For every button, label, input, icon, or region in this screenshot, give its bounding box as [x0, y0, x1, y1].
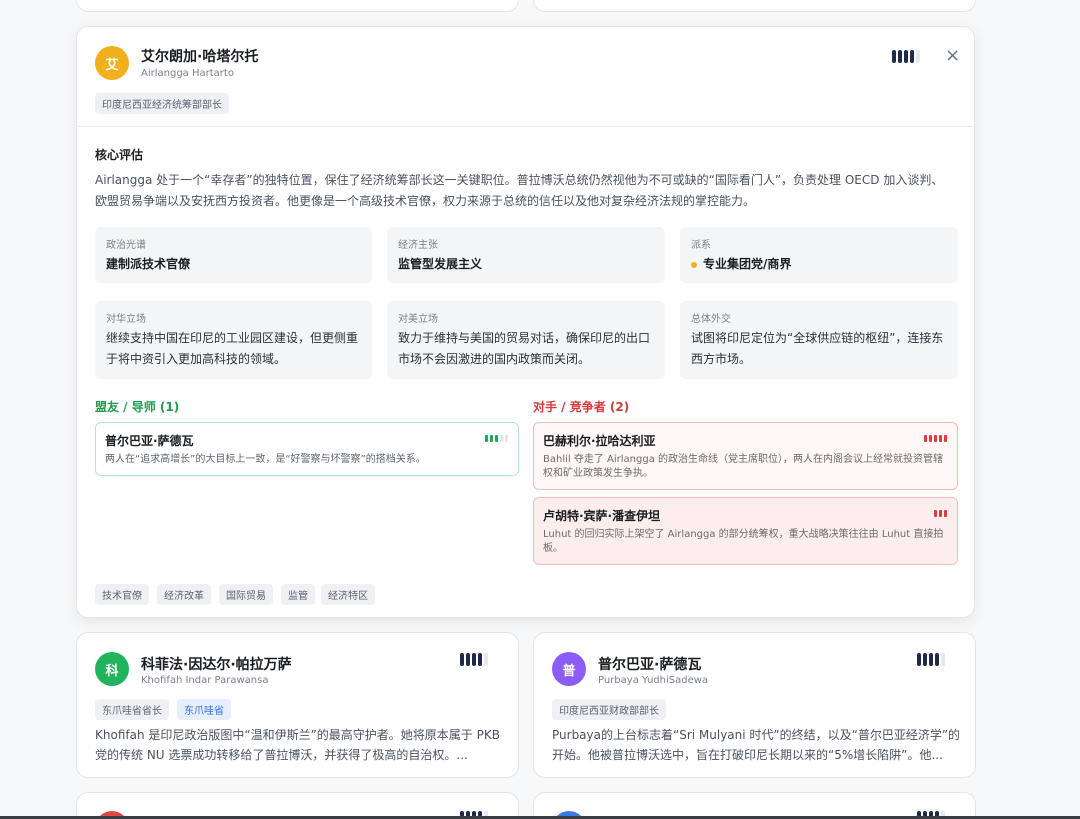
rival-item[interactable]: 卢胡特·宾萨·潘查伊坦 Luhut 的回归实际上架空了 Airlangga 的部…	[533, 497, 958, 565]
close-icon[interactable]: ×	[945, 45, 960, 66]
card-below-left[interactable]	[76, 792, 519, 819]
tag-chip: 经济改革	[157, 584, 211, 605]
faction-dot-icon	[691, 261, 697, 268]
avatar: 艾	[95, 46, 129, 80]
info-cell-spectrum: 政治光谱 建制派技术官僚	[95, 227, 372, 283]
rival-strength-meter	[934, 510, 947, 517]
profile-name-en: Purbaya YudhiSadewa	[598, 675, 709, 686]
ally-strength-meter	[485, 435, 508, 442]
region-badge: 东爪哇省	[177, 699, 231, 720]
tag-chip: 国际贸易	[219, 584, 273, 605]
profile-summary: Khofifah 是印尼政治版图中“温和伊斯兰”的最高守护者。她将原本属于 PK…	[95, 728, 500, 762]
info-cell-faction: 派系 专业集团党/商界	[680, 227, 958, 283]
profile-name: 普尔巴亚·萨德瓦	[598, 657, 702, 673]
influence-meter	[917, 653, 945, 666]
info-cell-china: 对华立场 继续支持中国在印尼的工业园区建设，但更侧重于将中资引入更加高科技的领域…	[95, 301, 372, 379]
rival-strength-meter	[924, 435, 947, 442]
profile-card[interactable]: 科 科菲法·因达尔·帕拉万萨 Khofifah Indar Parawansa …	[76, 632, 519, 778]
expanded-profile-card: 艾 艾尔朗加·哈塔尔托 Airlangga Hartarto 印度尼西亚经济统筹…	[76, 26, 975, 618]
header-divider	[77, 126, 974, 127]
role-badge: 东爪哇省省长	[95, 699, 169, 720]
info-cell-economy: 经济主张 监管型发展主义	[387, 227, 665, 283]
profile-card[interactable]: 普 普尔巴亚·萨德瓦 Purbaya YudhiSadewa 印度尼西亚财政部部…	[533, 632, 976, 778]
tag-chip: 监管	[281, 584, 315, 605]
ally-item[interactable]: 普尔巴亚·萨德瓦 两人在“追求高增长”的大目标上一致，是“好警察与坏警察”的搭档…	[95, 422, 519, 476]
card-above-left[interactable]	[76, 0, 519, 12]
avatar: 普	[552, 652, 586, 686]
allies-title: 盟友 / 导师 (1)	[95, 400, 180, 414]
card-below-right[interactable]	[533, 792, 976, 819]
rival-item[interactable]: 巴赫利尔·拉哈达利亚 Bahlil 夺走了 Airlangga 的政治生命线（党…	[533, 422, 958, 490]
role-badge: 印度尼西亚财政部部长	[552, 699, 666, 720]
profile-name-en: Airlangga Hartarto	[141, 68, 234, 79]
profile-name-en: Khofifah Indar Parawansa	[141, 675, 269, 686]
profile-summary: Purbaya的上台标志着“Sri Mulyani 时代”的终结，以及“普尔巴亚…	[552, 728, 961, 762]
role-badge: 印度尼西亚经济统筹部部长	[95, 93, 229, 114]
assessment-text: Airlangga 处于一个“幸存者”的独特位置，保住了经济统筹部长这一关键职位…	[95, 173, 944, 208]
section-title: 核心评估	[95, 148, 144, 162]
avatar: 科	[95, 652, 129, 686]
profile-name: 艾尔朗加·哈塔尔托	[141, 49, 259, 65]
card-above-right[interactable]	[533, 0, 976, 12]
tag-chip: 经济特区	[321, 584, 375, 605]
rivals-title: 对手 / 竞争者 (2)	[533, 400, 630, 414]
info-cell-diplomacy: 总体外交 试图将印尼定位为“全球供应链的枢纽”，连接东西方市场。	[680, 301, 958, 379]
influence-meter	[460, 653, 488, 666]
influence-meter	[892, 50, 920, 63]
profile-name: 科菲法·因达尔·帕拉万萨	[141, 657, 292, 673]
tag-chip: 技术官僚	[95, 584, 149, 605]
info-cell-us: 对美立场 致力于维持与美国的贸易对话，确保印尼的出口市场不会因激进的国内政策而关…	[387, 301, 665, 379]
